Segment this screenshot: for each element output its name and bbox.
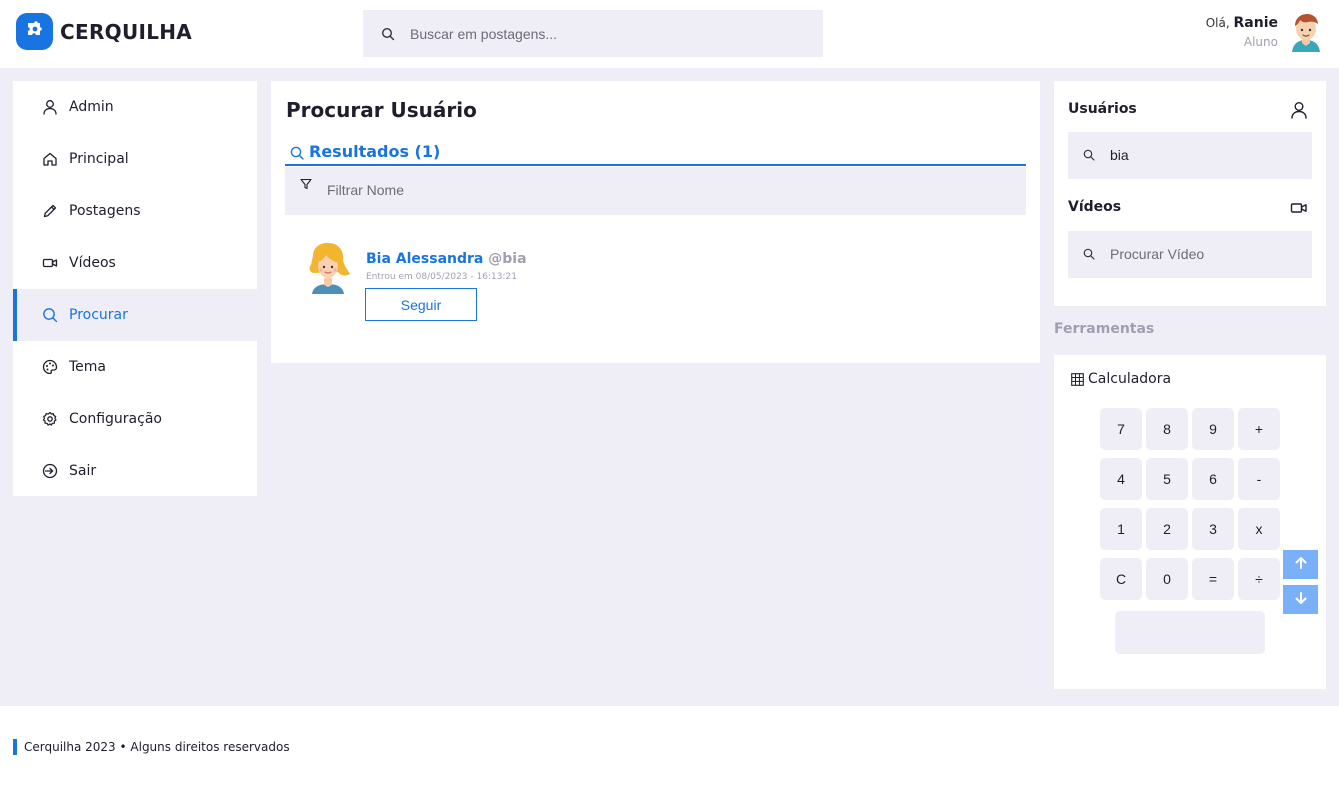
follow-button[interactable]: Seguir	[365, 288, 477, 321]
quick-search-panel: Usuários Vídeos	[1054, 81, 1326, 306]
user-avatar[interactable]	[1289, 12, 1323, 52]
sidebar-item-label: Admin	[69, 99, 114, 115]
footer-copyright: Cerquilha 2023 • Alguns direitos reserva…	[24, 740, 290, 754]
calc-key-9[interactable]: 9	[1192, 408, 1234, 450]
search-icon	[1083, 149, 1095, 161]
calc-key-divide[interactable]: ÷	[1238, 558, 1280, 600]
sidebar-item-postagens[interactable]: Postagens	[13, 185, 257, 237]
gear-icon	[42, 411, 58, 427]
sidebar-item-label: Tema	[69, 359, 107, 375]
page-title: Procurar Usuário	[286, 98, 477, 122]
list-item: Bia Alessandra @bia Entrou em 08/05/2023…	[304, 242, 704, 322]
sidebar-nav: Admin Principal Postagens Vídeos Procura…	[13, 81, 257, 496]
sidebar-item-label: Vídeos	[69, 255, 116, 271]
palette-icon	[42, 359, 58, 375]
calc-key-equals[interactable]: =	[1192, 558, 1234, 600]
calc-key-8[interactable]: 8	[1146, 408, 1188, 450]
result-handle[interactable]: @bia	[488, 251, 526, 267]
calc-key-4[interactable]: 4	[1100, 458, 1142, 500]
user-icon	[42, 99, 58, 115]
main-area: Admin Principal Postagens Vídeos Procura…	[0, 68, 1339, 706]
videos-section-title: Vídeos	[1068, 199, 1122, 215]
video-icon	[42, 255, 58, 271]
calc-key-2[interactable]: 2	[1146, 508, 1188, 550]
search-icon	[290, 146, 304, 160]
search-users-panel: Procurar Usuário Resultados (1) Filtrar …	[271, 81, 1040, 363]
users-search-input[interactable]	[1110, 147, 1300, 163]
calc-key-minus[interactable]: -	[1238, 458, 1280, 500]
logout-icon	[42, 463, 58, 479]
users-section-title: Usuários	[1068, 101, 1137, 117]
sidebar-item-label: Configuração	[69, 411, 162, 427]
arrow-down-icon	[1294, 590, 1308, 609]
brand-puzzle-icon	[16, 13, 53, 50]
user-greeting: Olá, Ranie	[1206, 15, 1278, 31]
scroll-up-button[interactable]	[1283, 550, 1318, 579]
post-search-input[interactable]	[410, 25, 790, 42]
sidebar-item-label: Principal	[69, 151, 129, 167]
sidebar-item-label: Sair	[69, 463, 97, 479]
sidebar-item-videos[interactable]: Vídeos	[13, 237, 257, 289]
scroll-down-button[interactable]	[1283, 585, 1318, 614]
user-role: Aluno	[1243, 35, 1278, 49]
results-header: Resultados (1)	[285, 142, 1026, 166]
videos-search-input[interactable]	[1110, 246, 1300, 262]
users-search-box	[1068, 132, 1312, 179]
user-icon	[1290, 101, 1308, 119]
result-joined-date: Entrou em 08/05/2023 - 16:13:21	[366, 272, 517, 282]
user-info: Olá, Ranie Aluno	[1206, 15, 1278, 49]
calc-key-0[interactable]: 0	[1146, 558, 1188, 600]
calculator-display	[1115, 611, 1265, 654]
filter-icon	[300, 178, 312, 190]
calculator-header: Calculadora	[1071, 371, 1171, 387]
calculator-icon	[1071, 372, 1084, 386]
calc-key-5[interactable]: 5	[1146, 458, 1188, 500]
brand-name: CERQUILHA	[60, 19, 193, 44]
result-avatar[interactable]	[304, 242, 352, 294]
name-filter-input[interactable]	[327, 182, 927, 198]
video-icon	[1290, 199, 1308, 217]
post-search-bar	[363, 10, 823, 57]
calculator-panel: Calculadora 7 8 9 + 4 5 6 - 1 2 3 x C 0 …	[1054, 355, 1326, 689]
user-name: Ranie	[1233, 15, 1279, 31]
sidebar-item-label: Postagens	[69, 203, 141, 219]
calc-key-plus[interactable]: +	[1238, 408, 1280, 450]
search-icon	[381, 27, 395, 41]
pencil-icon	[42, 203, 58, 219]
name-filter	[285, 167, 1026, 215]
calculator-title: Calculadora	[1088, 371, 1172, 387]
tools-section-title: Ferramentas	[1054, 321, 1155, 337]
result-full-name[interactable]: Bia Alessandra	[366, 251, 483, 267]
calc-key-multiply[interactable]: x	[1238, 508, 1280, 550]
greeting-text: Olá,	[1205, 16, 1230, 30]
user-menu[interactable]: Olá, Ranie Aluno	[1206, 12, 1323, 52]
search-icon	[42, 307, 58, 323]
sidebar-item-label: Procurar	[69, 307, 128, 323]
sidebar-item-configuracao[interactable]: Configuração	[13, 393, 257, 445]
calc-key-1[interactable]: 1	[1100, 508, 1142, 550]
sidebar-item-principal[interactable]: Principal	[13, 133, 257, 185]
home-icon	[42, 151, 58, 167]
calc-key-6[interactable]: 6	[1192, 458, 1234, 500]
sidebar-item-sair[interactable]: Sair	[13, 445, 257, 497]
brand-logo[interactable]: CERQUILHA	[16, 13, 192, 50]
result-name[interactable]: Bia Alessandra @bia	[366, 251, 527, 267]
calc-key-3[interactable]: 3	[1192, 508, 1234, 550]
sidebar-item-procurar[interactable]: Procurar	[13, 289, 257, 341]
sidebar-item-tema[interactable]: Tema	[13, 341, 257, 393]
arrow-up-icon	[1294, 555, 1308, 574]
videos-search-box	[1068, 231, 1312, 278]
search-icon	[1083, 248, 1095, 260]
sidebar-item-admin[interactable]: Admin	[13, 81, 257, 133]
calc-key-7[interactable]: 7	[1100, 408, 1142, 450]
header: CERQUILHA Olá, Ranie Aluno	[0, 0, 1339, 68]
results-count: Resultados (1)	[309, 141, 441, 161]
footer: Cerquilha 2023 • Alguns direitos reserva…	[0, 706, 1339, 787]
footer-accent-bar	[13, 739, 17, 755]
calc-key-clear[interactable]: C	[1100, 558, 1142, 600]
